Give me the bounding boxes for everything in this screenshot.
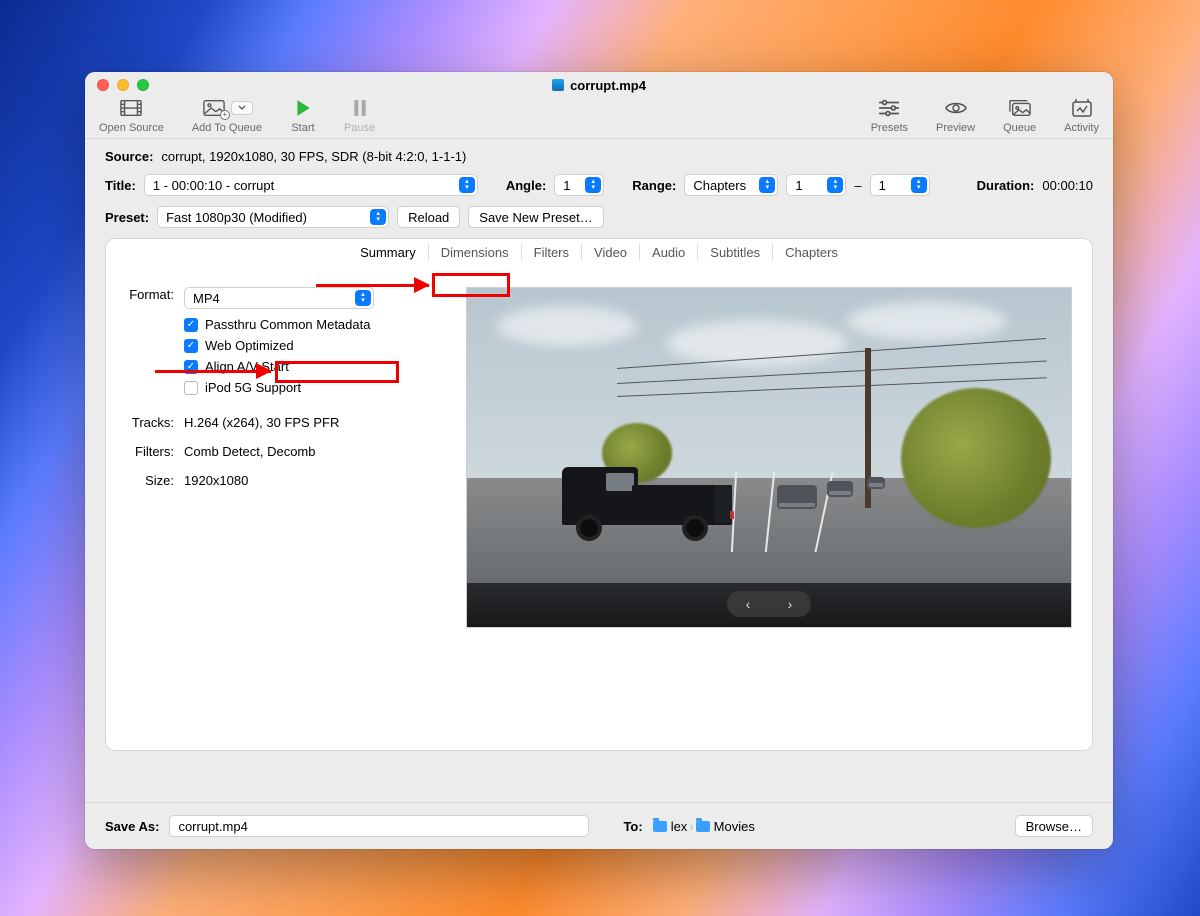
checkmark-icon: ✓ (184, 318, 198, 332)
images-stack-icon (1007, 98, 1033, 118)
eye-icon (943, 98, 969, 118)
titlebar: corrupt.mp4 (85, 72, 1113, 98)
preview-button[interactable]: Preview (936, 98, 975, 134)
activity-button[interactable]: Activity (1064, 98, 1099, 134)
tab-subtitles[interactable]: Subtitles (698, 240, 772, 265)
checkmark-icon: ✓ (184, 360, 198, 374)
close-window-button[interactable] (97, 79, 109, 91)
updown-icon (585, 177, 601, 193)
save-new-preset-button[interactable]: Save New Preset… (468, 206, 603, 228)
preview-next-button[interactable]: › (788, 596, 793, 612)
ipod-5g-support-checkbox[interactable]: iPod 5G Support (184, 380, 454, 395)
tab-audio[interactable]: Audio (640, 240, 697, 265)
destination-path[interactable]: lex › Movies (653, 819, 755, 834)
document-icon (552, 79, 564, 91)
add-to-queue-button[interactable]: + (201, 98, 253, 118)
preview-nav: ‹ › (727, 591, 811, 617)
folder-icon (696, 821, 710, 832)
range-dash: – (854, 178, 861, 193)
window-title: corrupt.mp4 (570, 78, 646, 93)
web-optimized-checkbox[interactable]: ✓ Web Optimized (184, 338, 454, 353)
range-type-select[interactable]: Chapters (684, 174, 778, 196)
preset-select[interactable]: Fast 1080p30 (Modified) (157, 206, 389, 228)
activity-icon (1069, 98, 1095, 118)
tab-chapters[interactable]: Chapters (773, 240, 850, 265)
format-label: Format: (126, 287, 184, 309)
checkbox-icon (184, 381, 198, 395)
size-label: Size: (126, 473, 184, 488)
checkmark-icon: ✓ (184, 339, 198, 353)
toolbar: Open Source + Add To Queue (85, 98, 1113, 139)
updown-icon (911, 177, 927, 193)
range-from-select[interactable]: 1 (786, 174, 846, 196)
sliders-icon (876, 98, 902, 118)
preset-label: Preset: (105, 210, 149, 225)
save-as-label: Save As: (105, 819, 159, 834)
summary-panel: Format: MP4 ✓ Passthru Common Metadata (105, 265, 1093, 751)
range-to-select[interactable]: 1 (870, 174, 930, 196)
size-value: 1920x1080 (184, 473, 454, 488)
format-select[interactable]: MP4 (184, 287, 374, 309)
reload-preset-button[interactable]: Reload (397, 206, 460, 228)
zoom-window-button[interactable] (137, 79, 149, 91)
bottom-bar: Save As: corrupt.mp4 To: lex › Movies Br… (85, 802, 1113, 849)
play-icon (290, 98, 316, 118)
angle-select[interactable]: 1 (554, 174, 604, 196)
updown-icon (759, 177, 775, 193)
folder-icon (653, 821, 667, 832)
title-label: Title: (105, 178, 136, 193)
browse-button[interactable]: Browse… (1015, 815, 1093, 837)
window-controls (85, 79, 149, 91)
duration-value: 00:00:10 (1042, 178, 1093, 193)
tab-filters[interactable]: Filters (522, 240, 581, 265)
updown-icon (459, 177, 475, 193)
tab-summary[interactable]: Summary (348, 240, 428, 265)
pause-icon (347, 98, 373, 118)
tracks-value: H.264 (x264), 30 FPS PFR (184, 415, 454, 430)
start-button[interactable]: Start (290, 98, 316, 134)
angle-label: Angle: (506, 178, 546, 193)
preview-prev-button[interactable]: ‹ (746, 596, 751, 612)
updown-icon (827, 177, 843, 193)
presets-button[interactable]: Presets (871, 98, 908, 134)
content-area: Source: corrupt, 1920x1080, 30 FPS, SDR … (85, 139, 1113, 751)
filters-label: Filters: (126, 444, 184, 459)
source-label: Source: (105, 149, 153, 164)
tab-dimensions[interactable]: Dimensions (429, 240, 521, 265)
title-select[interactable]: 1 - 00:00:10 - corrupt (144, 174, 478, 196)
film-icon (118, 98, 144, 118)
source-value: corrupt, 1920x1080, 30 FPS, SDR (8-bit 4… (161, 149, 466, 164)
open-source-button[interactable]: Open Source (99, 98, 164, 134)
passthru-metadata-checkbox[interactable]: ✓ Passthru Common Metadata (184, 317, 454, 332)
app-window: corrupt.mp4 Open Source + (85, 72, 1113, 849)
range-label: Range: (632, 178, 676, 193)
video-preview: ‹ › (466, 287, 1072, 628)
updown-icon (355, 290, 371, 306)
duration-label: Duration: (977, 178, 1035, 193)
save-as-input[interactable]: corrupt.mp4 (169, 815, 589, 837)
tab-bar: Summary Dimensions Filters Video Audio S… (105, 238, 1093, 265)
updown-icon (370, 209, 386, 225)
minimize-window-button[interactable] (117, 79, 129, 91)
pause-button: Pause (344, 98, 375, 134)
add-to-queue-menu-button[interactable] (231, 101, 253, 115)
align-av-start-checkbox[interactable]: ✓ Align A/V Start (184, 359, 454, 374)
image-add-icon: + (201, 98, 227, 118)
tab-video[interactable]: Video (582, 240, 639, 265)
filters-value: Comb Detect, Decomb (184, 444, 454, 459)
tracks-label: Tracks: (126, 415, 184, 430)
to-label: To: (623, 819, 642, 834)
queue-button[interactable]: Queue (1003, 98, 1036, 134)
